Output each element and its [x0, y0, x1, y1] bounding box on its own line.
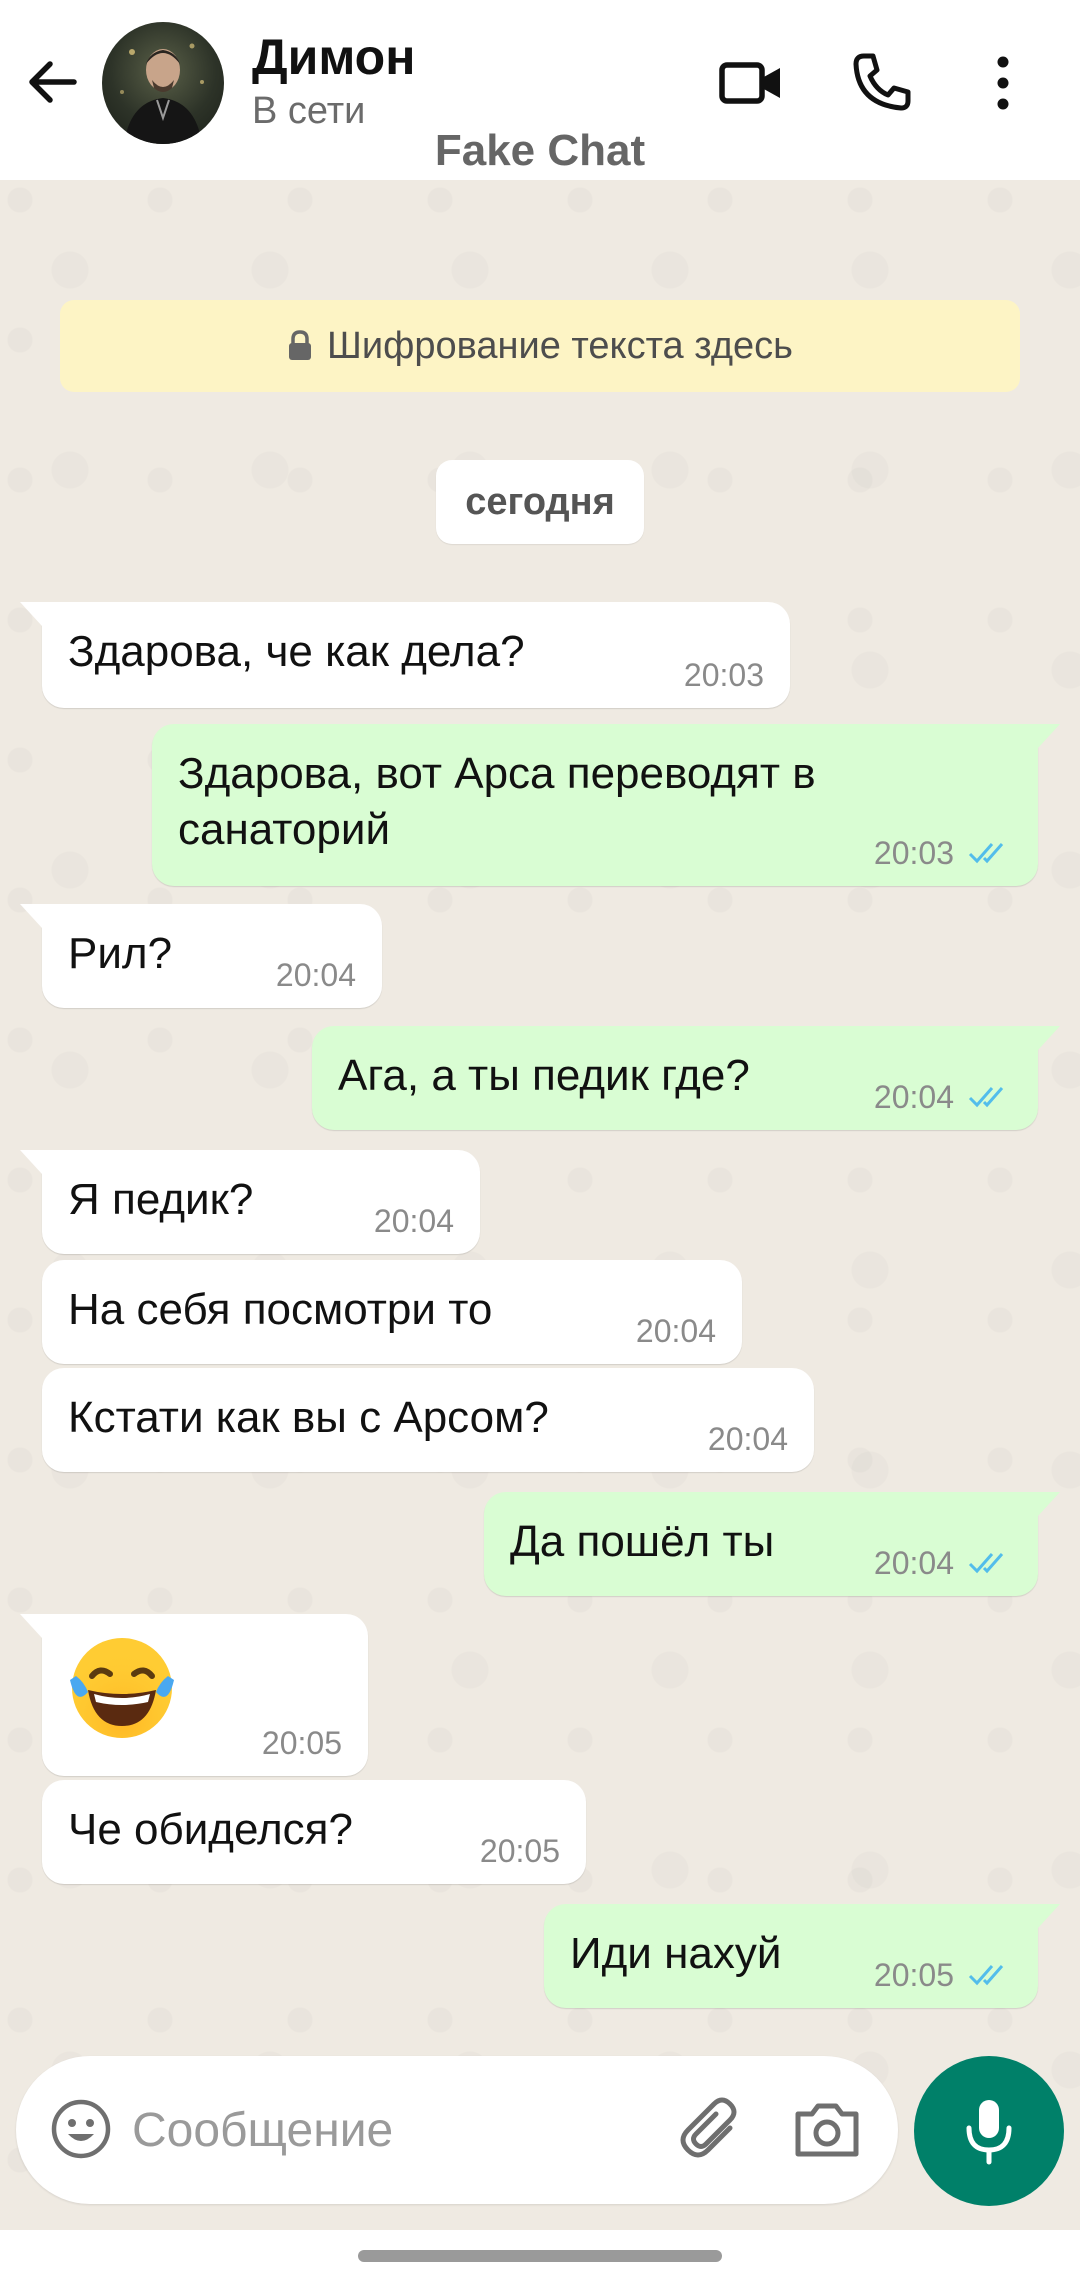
message-bubble-outgoing[interactable]: Ага, а ты педик где? 20:04: [312, 1026, 1060, 1130]
message-compose-box: [16, 2056, 898, 2204]
encryption-notice[interactable]: Шифрование текста здесь: [60, 300, 1020, 392]
message-bubble-outgoing[interactable]: Здарова, вот Арса переводят в санаторий …: [152, 724, 1060, 886]
encryption-text: Шифрование текста здесь: [327, 324, 793, 367]
message-time: 20:04: [873, 1545, 954, 1581]
message-time: 20:04: [275, 957, 356, 993]
lock-icon: [289, 330, 312, 360]
date-chip: сегодня: [436, 460, 644, 544]
double-check-icon: [968, 1087, 1004, 1108]
message-bubble-incoming[interactable]: Че обиделся? 20:05: [42, 1780, 586, 1884]
message-time: 20:05: [873, 1957, 954, 1993]
arrow-left-icon[interactable]: [22, 52, 82, 112]
face-with-tears-of-joy-icon: [70, 1638, 174, 1738]
message-bubble-incoming[interactable]: Рил? 20:04: [20, 904, 382, 1008]
message-bubble-incoming[interactable]: 20:05: [20, 1614, 368, 1776]
double-check-icon: [968, 843, 1004, 864]
message-text: Че обиделся?: [68, 1805, 353, 1854]
message-bubble-outgoing[interactable]: Иди нахуй 20:05: [544, 1904, 1060, 2008]
message-time: 20:05: [261, 1725, 342, 1761]
chat-area[interactable]: Шифрование текста здесь сегодня Здарова,…: [0, 180, 1080, 2230]
message-time: 20:04: [873, 1079, 954, 1115]
chat-header: Димон В сети Fake Chat: [0, 0, 1080, 180]
phone-icon[interactable]: [846, 48, 916, 118]
message-text: Кстати как вы с Арсом?: [68, 1393, 549, 1442]
message-input[interactable]: [132, 2092, 652, 2168]
message-text: Ага, а ты педик где?: [338, 1051, 750, 1100]
message-time: 20:03: [873, 835, 954, 871]
message-time: 20:04: [707, 1421, 788, 1457]
double-check-icon: [968, 1553, 1004, 1574]
microphone-icon: [966, 2100, 1012, 2165]
message-text: На себя посмотри то: [68, 1285, 493, 1334]
message-time: 20:04: [373, 1203, 454, 1239]
message-time: 20:04: [635, 1313, 716, 1349]
contact-name[interactable]: Димон: [252, 28, 415, 86]
paperclip-icon[interactable]: [674, 2092, 748, 2166]
watermark: Fake Chat: [434, 126, 646, 175]
message-line: санаторий: [178, 805, 391, 854]
message-text: Рил?: [68, 929, 173, 978]
message-time: 20:05: [479, 1833, 560, 1869]
message-bubble-incoming[interactable]: На себя посмотри то 20:04: [42, 1260, 742, 1364]
camera-icon[interactable]: [790, 2092, 864, 2166]
message-bubble-incoming[interactable]: Кстати как вы с Арсом? 20:04: [42, 1368, 814, 1472]
message-text: Здарова, че как дела?: [68, 627, 525, 676]
double-check-icon: [968, 1965, 1004, 1986]
microphone-button[interactable]: [914, 2056, 1064, 2206]
message-text: Да пошёл ты: [510, 1517, 775, 1566]
smiley-icon[interactable]: [48, 2096, 114, 2162]
video-camera-icon[interactable]: [716, 48, 786, 118]
message-bubble-incoming[interactable]: Я педик? 20:04: [20, 1150, 480, 1254]
home-indicator[interactable]: [358, 2250, 722, 2262]
more-vert-icon[interactable]: [978, 48, 1028, 118]
message-bubble-incoming[interactable]: Здарова, че как дела? 20:03: [20, 602, 790, 708]
message-text: Я педик?: [68, 1175, 254, 1224]
message-text: Иди нахуй: [570, 1929, 782, 1978]
message-text: Здарова, вот Арса переводят в санаторий: [178, 746, 816, 858]
message-bubble-outgoing[interactable]: Да пошёл ты 20:04: [484, 1492, 1060, 1596]
message-time: 20:03: [683, 657, 764, 693]
message-line: Здарова, вот Арса переводят в: [178, 749, 816, 798]
